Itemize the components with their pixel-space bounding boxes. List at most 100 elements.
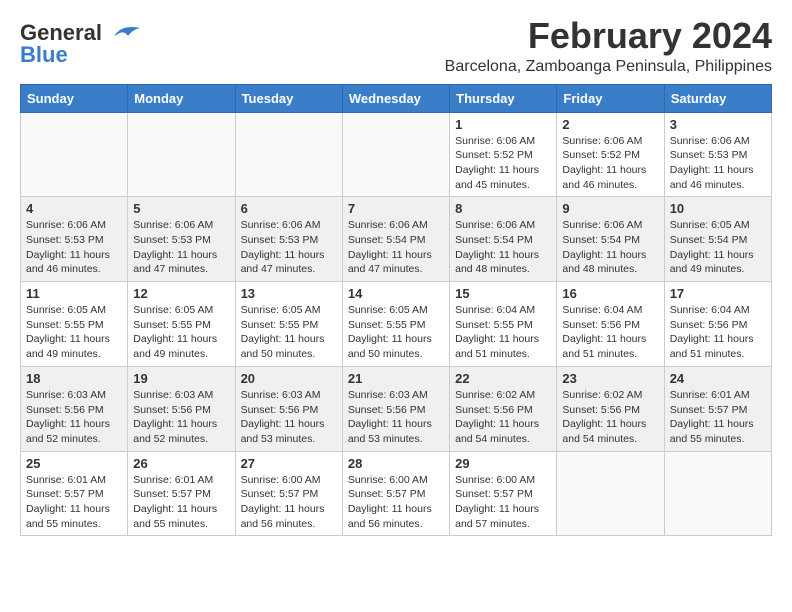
day-info: Sunrise: 6:05 AMSunset: 5:55 PMDaylight:… (26, 303, 122, 362)
calendar-cell: 8 Sunrise: 6:06 AMSunset: 5:54 PMDaylight… (450, 197, 557, 282)
day-number: 27 (241, 456, 337, 471)
calendar-cell (342, 112, 449, 197)
day-info: Sunrise: 6:03 AMSunset: 5:56 PMDaylight:… (241, 388, 337, 447)
calendar-cell: 7 Sunrise: 6:06 AMSunset: 5:54 PMDaylight… (342, 197, 449, 282)
day-number: 23 (562, 371, 658, 386)
day-number: 15 (455, 286, 551, 301)
day-info: Sunrise: 6:06 AMSunset: 5:52 PMDaylight:… (455, 134, 551, 193)
day-info: Sunrise: 6:00 AMSunset: 5:57 PMDaylight:… (348, 473, 444, 532)
calendar-cell: 9 Sunrise: 6:06 AMSunset: 5:54 PMDaylight… (557, 197, 664, 282)
day-info: Sunrise: 6:01 AMSunset: 5:57 PMDaylight:… (26, 473, 122, 532)
day-number: 8 (455, 201, 551, 216)
calendar-cell: 13 Sunrise: 6:05 AMSunset: 5:55 PMDayligh… (235, 282, 342, 367)
month-title: February 2024 (445, 16, 772, 56)
day-number: 19 (133, 371, 229, 386)
header-sunday: Sunday (21, 84, 128, 112)
calendar-header-row: Sunday Monday Tuesday Wednesday Thursday… (21, 84, 772, 112)
day-info: Sunrise: 6:06 AMSunset: 5:54 PMDaylight:… (562, 218, 658, 277)
calendar-cell (21, 112, 128, 197)
day-info: Sunrise: 6:00 AMSunset: 5:57 PMDaylight:… (455, 473, 551, 532)
calendar-cell: 10 Sunrise: 6:05 AMSunset: 5:54 PMDayligh… (664, 197, 771, 282)
day-number: 26 (133, 456, 229, 471)
day-info: Sunrise: 6:04 AMSunset: 5:56 PMDaylight:… (670, 303, 766, 362)
day-info: Sunrise: 6:05 AMSunset: 5:55 PMDaylight:… (241, 303, 337, 362)
calendar-cell: 6 Sunrise: 6:06 AMSunset: 5:53 PMDaylight… (235, 197, 342, 282)
header-friday: Friday (557, 84, 664, 112)
day-number: 12 (133, 286, 229, 301)
calendar-cell: 26 Sunrise: 6:01 AMSunset: 5:57 PMDayligh… (128, 451, 235, 536)
day-number: 9 (562, 201, 658, 216)
logo: General Blue (20, 20, 142, 68)
day-number: 11 (26, 286, 122, 301)
calendar-cell: 1 Sunrise: 6:06 AMSunset: 5:52 PMDaylight… (450, 112, 557, 197)
header-monday: Monday (128, 84, 235, 112)
day-number: 7 (348, 201, 444, 216)
day-info: Sunrise: 6:05 AMSunset: 5:54 PMDaylight:… (670, 218, 766, 277)
day-info: Sunrise: 6:01 AMSunset: 5:57 PMDaylight:… (133, 473, 229, 532)
day-info: Sunrise: 6:06 AMSunset: 5:52 PMDaylight:… (562, 134, 658, 193)
day-number: 6 (241, 201, 337, 216)
calendar-table: Sunday Monday Tuesday Wednesday Thursday… (20, 84, 772, 537)
header-saturday: Saturday (664, 84, 771, 112)
day-number: 16 (562, 286, 658, 301)
calendar-cell: 24 Sunrise: 6:01 AMSunset: 5:57 PMDayligh… (664, 366, 771, 451)
day-number: 28 (348, 456, 444, 471)
day-info: Sunrise: 6:06 AMSunset: 5:54 PMDaylight:… (455, 218, 551, 277)
day-number: 21 (348, 371, 444, 386)
calendar-cell: 18Sunrise: 6:03 AMSunset: 5:56 PMDayligh… (21, 366, 128, 451)
calendar-cell: 3Sunrise: 6:06 AMSunset: 5:53 PMDaylight… (664, 112, 771, 197)
calendar-cell: 4Sunrise: 6:06 AMSunset: 5:53 PMDaylight… (21, 197, 128, 282)
day-info: Sunrise: 6:06 AMSunset: 5:53 PMDaylight:… (133, 218, 229, 277)
header-tuesday: Tuesday (235, 84, 342, 112)
calendar-cell (664, 451, 771, 536)
day-info: Sunrise: 6:06 AMSunset: 5:53 PMDaylight:… (670, 134, 766, 193)
calendar-cell: 5 Sunrise: 6:06 AMSunset: 5:53 PMDaylight… (128, 197, 235, 282)
calendar-row-4: 18 Sunrise: 6:03 AMSunset: 5:56 PMDayligh… (21, 366, 772, 451)
day-number: 5 (133, 201, 229, 216)
calendar-cell: 25Sunrise: 6:01 AMSunset: 5:57 PMDayligh… (21, 451, 128, 536)
day-info: Sunrise: 6:03 AMSunset: 5:56 PMDaylight:… (133, 388, 229, 447)
day-number: 22 (455, 371, 551, 386)
calendar-row-2: 4Sunrise: 6:06 AMSunset: 5:53 PMDaylight… (21, 197, 772, 282)
day-number: 13 (241, 286, 337, 301)
day-number: 2 (562, 117, 658, 132)
day-number: 20 (241, 371, 337, 386)
day-info: Sunrise: 6:04 AMSunset: 5:55 PMDaylight:… (455, 303, 551, 362)
title-area: February 2024 Barcelona, Zamboanga Penin… (445, 16, 772, 76)
day-info: Sunrise: 6:05 AMSunset: 5:55 PMDaylight:… (348, 303, 444, 362)
header-wednesday: Wednesday (342, 84, 449, 112)
calendar-cell: 14 Sunrise: 6:05 AMSunset: 5:55 PMDayligh… (342, 282, 449, 367)
logo-bird-icon (104, 22, 142, 44)
day-info: Sunrise: 6:05 AMSunset: 5:55 PMDaylight:… (133, 303, 229, 362)
day-info: Sunrise: 6:02 AMSunset: 5:56 PMDaylight:… (562, 388, 658, 447)
day-info: Sunrise: 6:06 AMSunset: 5:54 PMDaylight:… (348, 218, 444, 277)
calendar-row-3: 11 Sunrise: 6:05 AMSunset: 5:55 PMDayligh… (21, 282, 772, 367)
day-info: Sunrise: 6:06 AMSunset: 5:53 PMDaylight:… (26, 218, 122, 277)
header-thursday: Thursday (450, 84, 557, 112)
calendar-cell: 15 Sunrise: 6:04 AMSunset: 5:55 PMDayligh… (450, 282, 557, 367)
day-number: 24 (670, 371, 766, 386)
calendar-cell: 20 Sunrise: 6:03 AMSunset: 5:56 PMDayligh… (235, 366, 342, 451)
day-number: 1 (455, 117, 551, 132)
day-info: Sunrise: 6:06 AMSunset: 5:53 PMDaylight:… (241, 218, 337, 277)
calendar-cell: 11 Sunrise: 6:05 AMSunset: 5:55 PMDayligh… (21, 282, 128, 367)
day-number: 18 (26, 371, 122, 386)
calendar-cell: 29 Sunrise: 6:00 AMSunset: 5:57 PMDayligh… (450, 451, 557, 536)
calendar-cell: 16Sunrise: 6:04 AMSunset: 5:56 PMDayligh… (557, 282, 664, 367)
calendar-cell: 2 Sunrise: 6:06 AMSunset: 5:52 PMDaylight… (557, 112, 664, 197)
day-number: 17 (670, 286, 766, 301)
day-number: 14 (348, 286, 444, 301)
day-number: 10 (670, 201, 766, 216)
page-header: General Blue February 2024 Barcelona, Za… (20, 16, 772, 76)
calendar-cell (235, 112, 342, 197)
calendar-row-1: 1 Sunrise: 6:06 AMSunset: 5:52 PMDaylight… (21, 112, 772, 197)
calendar-row-5: 25Sunrise: 6:01 AMSunset: 5:57 PMDayligh… (21, 451, 772, 536)
day-info: Sunrise: 6:00 AMSunset: 5:57 PMDaylight:… (241, 473, 337, 532)
day-info: Sunrise: 6:01 AMSunset: 5:57 PMDaylight:… (670, 388, 766, 447)
day-info: Sunrise: 6:03 AMSunset: 5:56 PMDaylight:… (348, 388, 444, 447)
location-subtitle: Barcelona, Zamboanga Peninsula, Philippi… (445, 58, 772, 76)
calendar-cell (557, 451, 664, 536)
calendar-cell: 21 Sunrise: 6:03 AMSunset: 5:56 PMDayligh… (342, 366, 449, 451)
day-info: Sunrise: 6:02 AMSunset: 5:56 PMDaylight:… (455, 388, 551, 447)
day-number: 29 (455, 456, 551, 471)
